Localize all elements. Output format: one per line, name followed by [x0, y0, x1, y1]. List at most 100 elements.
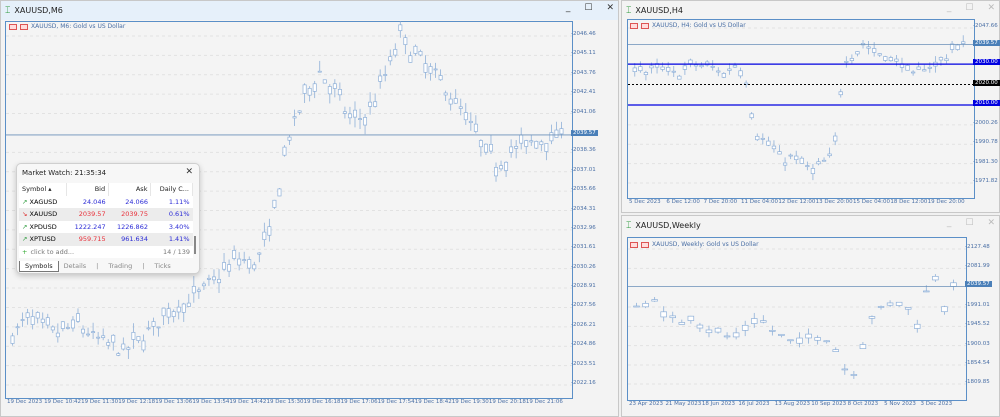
- market-watch-panel[interactable]: Market Watch: 21:35:34 ✕ Symbol ▴ Bid As…: [16, 163, 200, 274]
- candle: [732, 327, 740, 340]
- candle: [805, 328, 812, 344]
- candle: [60, 321, 65, 332]
- trade-icon[interactable]: [641, 22, 649, 29]
- candle: [307, 86, 312, 102]
- chart-plot[interactable]: [627, 237, 967, 401]
- title-bar[interactable]: ⌶ XAUUSD,H4 _ ☐ ✕: [622, 1, 999, 20]
- candle: [262, 222, 267, 247]
- candle: [473, 115, 478, 134]
- candle: [669, 311, 676, 323]
- candle: [20, 312, 25, 327]
- symbol-count: 14 / 139: [163, 248, 190, 256]
- candle: [721, 72, 726, 79]
- h4-chart-window[interactable]: ⌶ XAUUSD,H4 _ ☐ ✕ XAUUSD, H4: Gold vs US Do…: [621, 0, 1000, 213]
- candle: [297, 110, 302, 115]
- column-ask[interactable]: Ask: [108, 183, 152, 196]
- close-button[interactable]: ✕: [987, 3, 995, 13]
- candle: [766, 136, 771, 147]
- candle: [949, 41, 955, 54]
- price-tick: -1990.78: [973, 139, 998, 146]
- table-row[interactable]: ↗ XPDUSD 1222.247 1226.862 3.40%: [19, 221, 193, 234]
- title-bar[interactable]: ⌶ XAUUSD,M6 _ ☐ ✕: [1, 1, 618, 20]
- tab-details[interactable]: Details: [59, 261, 92, 272]
- candle: [559, 121, 564, 139]
- price-tick: -2000.26: [973, 119, 998, 126]
- candle: [126, 346, 131, 359]
- minimize-button[interactable]: _: [947, 3, 952, 13]
- candle: [549, 124, 554, 145]
- candle: [642, 300, 649, 309]
- price-level-label: 2020.00: [973, 79, 1000, 86]
- candle: [654, 58, 660, 74]
- candle: [849, 54, 855, 64]
- candle: [643, 70, 649, 81]
- close-icon[interactable]: ✕: [185, 167, 193, 177]
- candle: [633, 302, 640, 308]
- table-row[interactable]: ↗ XAGUSD 24.046 24.066 1.11%: [19, 196, 193, 209]
- weekly-chart-window[interactable]: ⌶ XAUUSD,Weekly _ ☐ ✕ XAUUSD, Weekly: Gold …: [621, 215, 1000, 417]
- candle: [453, 89, 458, 104]
- price-tick: -2043.76: [571, 69, 596, 76]
- candle: [347, 106, 352, 125]
- price-tick: -2022.16: [571, 380, 596, 386]
- candle: [468, 112, 473, 131]
- trade-icon[interactable]: [641, 241, 649, 248]
- minimize-button[interactable]: _: [566, 3, 571, 13]
- chart-plot[interactable]: [627, 19, 975, 199]
- scrollbar[interactable]: [194, 236, 196, 254]
- candle: [914, 319, 921, 333]
- candle: [121, 337, 126, 351]
- candle: [252, 261, 257, 272]
- maximize-button[interactable]: ☐: [965, 3, 973, 13]
- candlestick-icon: ⌶: [5, 5, 11, 16]
- trade-icon[interactable]: [20, 23, 28, 30]
- price-tick: -1971.82: [973, 178, 998, 184]
- candle: [282, 145, 287, 157]
- candle: [671, 66, 676, 78]
- table-row[interactable]: ↗ XPTUSD 959.715 961.634 1.41%: [19, 233, 193, 246]
- chart-menu-icon[interactable]: [630, 241, 638, 248]
- price-tick: -2081.99: [965, 263, 990, 270]
- candle: [494, 162, 498, 182]
- candle: [699, 62, 704, 69]
- column-daily-change[interactable]: Daily C...: [150, 183, 193, 196]
- add-symbol-row[interactable]: + click to add... 14 / 139: [19, 246, 193, 258]
- close-button[interactable]: ✕: [606, 3, 614, 13]
- candle: [816, 158, 821, 166]
- candle: [749, 112, 754, 120]
- candle: [941, 305, 948, 315]
- price-tick: -2047.66: [973, 23, 998, 29]
- price-tick: -2028.91: [571, 283, 596, 290]
- maximize-button[interactable]: ☐: [584, 3, 592, 13]
- tab-trading[interactable]: Trading: [103, 261, 137, 272]
- maximize-button[interactable]: ☐: [965, 218, 973, 228]
- candle: [458, 98, 463, 116]
- candle: [383, 65, 388, 82]
- candle: [393, 43, 398, 58]
- chart-title: XAUUSD, Weekly: Gold vs US Dollar: [630, 241, 759, 248]
- price-tick: -2024.86: [571, 341, 596, 348]
- time-tick: 19 Dec 20:18: [488, 399, 526, 405]
- title-bar[interactable]: ⌶ XAUUSD,Weekly _ ☐ ✕: [622, 216, 999, 235]
- candle: [534, 140, 539, 149]
- minimize-button[interactable]: _: [947, 218, 952, 228]
- candle: [778, 333, 785, 338]
- time-tick: 18 Dec 12:00: [890, 199, 928, 205]
- candle: [277, 188, 282, 197]
- candle: [544, 143, 549, 161]
- candle: [368, 92, 373, 115]
- column-symbol[interactable]: Symbol ▴: [19, 183, 67, 196]
- candle: [932, 274, 939, 282]
- column-bid[interactable]: Bid: [66, 183, 110, 196]
- tab-ticks[interactable]: Ticks: [149, 261, 175, 272]
- chart-menu-icon[interactable]: [630, 22, 638, 29]
- close-button[interactable]: ✕: [987, 218, 995, 228]
- candle: [201, 281, 206, 290]
- candle: [489, 134, 493, 154]
- candle: [232, 245, 237, 261]
- chart-menu-icon[interactable]: [9, 23, 17, 30]
- tab-symbols[interactable]: Symbols: [19, 261, 59, 272]
- table-row[interactable]: ↘ XAUUSD 2039.57 2039.75 0.61%: [19, 208, 193, 221]
- candle: [247, 256, 252, 274]
- candle: [833, 132, 838, 146]
